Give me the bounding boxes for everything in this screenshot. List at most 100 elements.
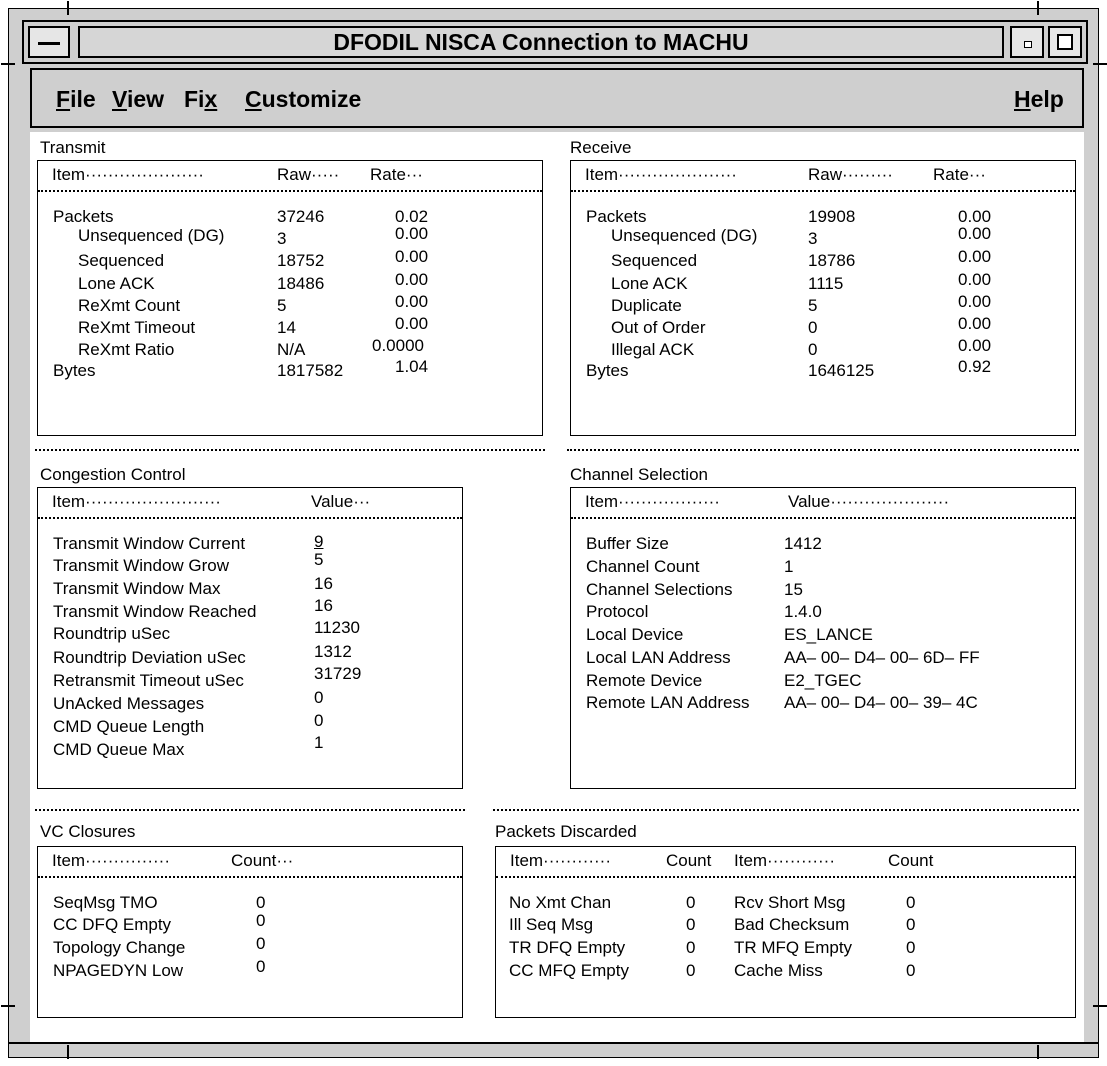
row-item: Sequenced	[78, 251, 165, 270]
row-rate: 0.00	[395, 270, 429, 289]
row-value: ES_LANCE	[784, 625, 873, 644]
col-item-header[interactable]: Item···············	[52, 851, 170, 871]
transmit-title: Transmit	[40, 138, 106, 157]
col-count-header[interactable]: Count	[666, 851, 711, 871]
row-count: 0	[686, 893, 696, 912]
row-value: 1412	[784, 534, 822, 553]
row-item: Transmit Window Reached	[53, 602, 257, 621]
vc-closures-header: Item··············· Count···	[38, 847, 462, 875]
col-rate-header[interactable]: Rate···	[370, 165, 423, 185]
row-raw: 5	[808, 296, 818, 315]
row-rate: 0.00	[958, 247, 992, 266]
row-item: Duplicate	[611, 296, 682, 315]
window-menu-button[interactable]	[28, 26, 70, 58]
row-item: ReXmt Ratio	[78, 340, 175, 359]
row-item: No Xmt Chan	[509, 893, 612, 912]
row-item: Transmit Window Grow	[53, 556, 230, 575]
frame-corner-mark	[1037, 1045, 1039, 1059]
col-count-header[interactable]: Count···	[231, 851, 293, 871]
row-rate: 1.04	[395, 357, 429, 376]
row-value: 16	[314, 574, 333, 593]
row-item: Roundtrip Deviation uSec	[53, 648, 246, 667]
col-value-header[interactable]: Value·····················	[788, 492, 949, 512]
vc-closures-panel: Item··············· Count··· SeqMsg TMO …	[37, 846, 463, 1018]
col-item-header[interactable]: Item············	[734, 851, 835, 871]
col-item-header[interactable]: Item························	[52, 492, 221, 512]
row-rate: 0.00	[395, 247, 429, 266]
row-count: 0	[906, 961, 916, 980]
row-item: CMD Queue Length	[53, 717, 205, 736]
col-rate-header[interactable]: Rate···	[933, 165, 986, 185]
row-item: CMD Queue Max	[53, 740, 185, 759]
row-item: Out of Order	[611, 318, 706, 337]
col-raw-header[interactable]: Raw·········	[808, 165, 893, 185]
row-item: Sequenced	[611, 251, 698, 270]
row-rate: 0.00	[395, 292, 429, 311]
col-item-header[interactable]: Item··················	[585, 492, 720, 512]
col-raw-header[interactable]: Raw·····	[277, 165, 339, 185]
frame-corner-mark	[1037, 1, 1039, 15]
transmit-header: Item····················· Raw····· Rate·…	[38, 161, 542, 189]
receive-panel: Item····················· Raw········· R…	[570, 160, 1076, 436]
section-divider	[493, 809, 1079, 811]
transmit-panel: Item····················· Raw····· Rate·…	[37, 160, 543, 436]
row-item: Local Device	[586, 625, 684, 644]
menu-customize[interactable]: Customize	[245, 86, 361, 112]
packets-discarded-header: Item············ Count Item············ …	[496, 847, 1075, 875]
receive-header: Item····················· Raw········· R…	[571, 161, 1075, 189]
row-item: Packets	[53, 207, 114, 226]
row-item: UnAcked Messages	[53, 694, 205, 713]
window-title: DFODIL NISCA Connection to MACHU	[78, 26, 1004, 58]
col-count-header[interactable]: Count	[888, 851, 933, 871]
menu-help[interactable]: Help	[1014, 86, 1064, 112]
row-item: Rcv Short Msg	[734, 893, 846, 912]
transmit-row-packets: Packets	[53, 207, 113, 227]
menu-file[interactable]: File	[56, 86, 96, 112]
frame-corner-mark	[1093, 63, 1107, 65]
row-item: Topology Change	[53, 938, 186, 957]
row-item: Unsequenced (DG)	[78, 226, 225, 245]
row-count: 0	[906, 938, 916, 957]
row-count: 0	[686, 961, 696, 980]
row-item: Illegal ACK	[611, 340, 695, 359]
col-item-header[interactable]: Item·····················	[585, 165, 737, 185]
row-raw: 1115	[808, 274, 844, 293]
row-item: Bytes	[586, 361, 629, 380]
maximize-button[interactable]	[1048, 26, 1082, 58]
row-item: Transmit Window Current	[53, 534, 246, 553]
menu-fix[interactable]: Fix	[184, 86, 217, 112]
menu-help-label: elp	[1030, 86, 1064, 112]
row-count: 0	[256, 911, 266, 930]
row-rate: 0.00	[958, 292, 992, 311]
row-item: ReXmt Count	[78, 296, 181, 315]
frame-corner-mark	[67, 1, 69, 15]
minimize-button[interactable]	[1010, 26, 1044, 58]
row-item: Unsequenced (DG)	[611, 226, 758, 245]
title-bar[interactable]: DFODIL NISCA Connection to MACHU	[22, 20, 1088, 64]
menu-fix-label: Fi	[184, 86, 205, 112]
row-raw: 14	[277, 318, 296, 337]
congestion-title: Congestion Control	[40, 465, 186, 484]
header-divider	[38, 517, 462, 519]
channel-title: Channel Selection	[570, 465, 708, 484]
minimize-icon	[1024, 41, 1032, 48]
window-bottom-edge	[8, 1042, 1099, 1044]
row-count: 0	[906, 893, 916, 912]
col-value-header[interactable]: Value···	[311, 492, 370, 512]
row-count: 0	[256, 934, 266, 953]
row-value: 1	[784, 557, 794, 576]
maximize-icon	[1057, 34, 1073, 50]
section-divider	[35, 809, 465, 811]
row-raw: 5	[277, 296, 287, 315]
menu-bar: File View Fix Customize Help	[30, 68, 1084, 128]
col-item-header[interactable]: Item············	[510, 851, 611, 871]
row-item: Cache Miss	[734, 961, 823, 980]
menu-view[interactable]: View	[112, 86, 164, 112]
col-item-header[interactable]: Item·····················	[52, 165, 204, 185]
row-raw: 0	[808, 318, 818, 337]
row-count: 0	[906, 915, 916, 934]
menu-view-mnemonic: V	[112, 86, 127, 112]
row-raw: 19908	[808, 207, 856, 226]
row-raw: 18486	[277, 274, 325, 293]
menu-help-mnemonic: H	[1014, 86, 1031, 112]
